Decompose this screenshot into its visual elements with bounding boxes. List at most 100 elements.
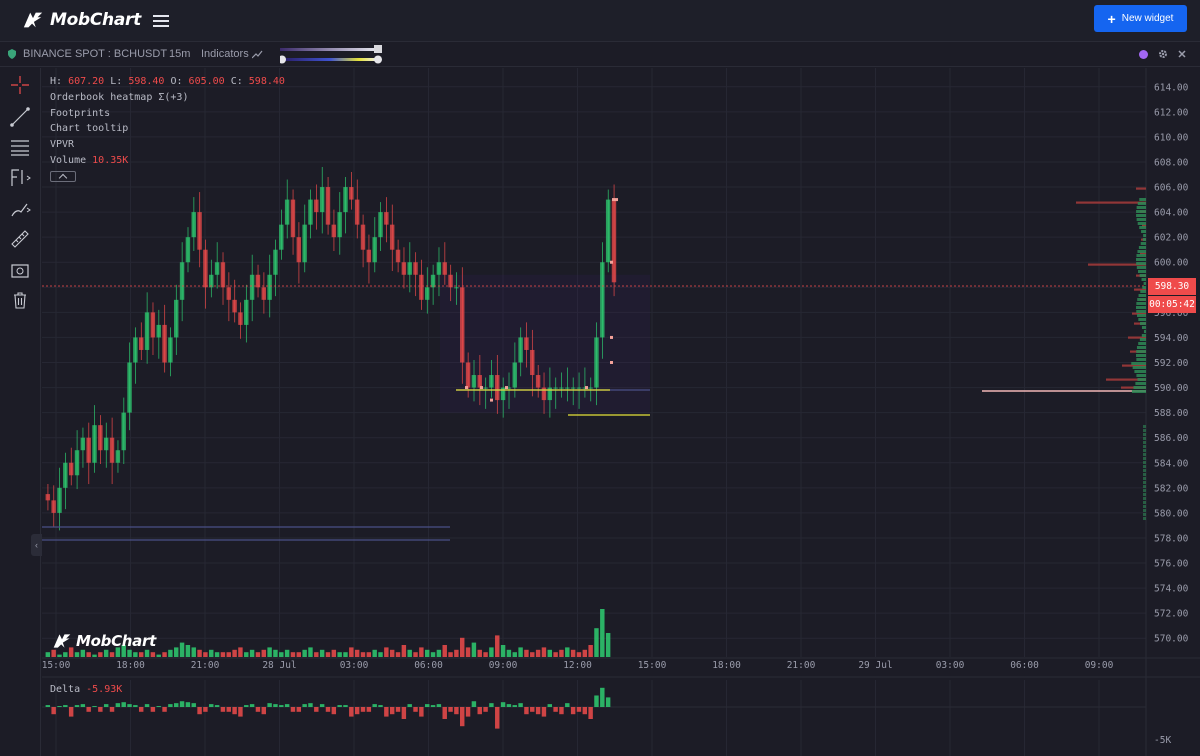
delta-bar [489,703,494,707]
vpvr-bar-buy [1141,326,1146,329]
volume-bar [389,649,395,657]
delta-bar [68,707,74,717]
orderbook-heatmap-zone [440,274,650,413]
candle-body [477,375,482,388]
candle-body [261,287,266,300]
heatmap-range-slider[interactable] [280,44,384,66]
app-logo[interactable]: MobChart [22,9,141,31]
delta-bar [605,697,611,707]
candle-body [395,249,401,263]
legend-item-footprints[interactable]: Footprints [50,106,285,122]
candle-body [220,262,226,288]
volume-bar [547,649,552,657]
candle-body [255,274,261,288]
trash-icon[interactable] [9,289,31,311]
candle-body [600,262,605,338]
volume-value: 10.35K [92,154,129,166]
close-icon[interactable] [1178,50,1186,58]
vpvr-bar-sell [1134,322,1146,325]
legend-item-orderbook-heatmap[interactable]: Orderbook heatmap Σ(+3) [50,90,285,106]
volume-bar [302,649,307,657]
volume-bar [179,642,185,657]
candle-countdown-tag: 00:05:42 [1148,296,1196,313]
volume-bar [214,652,220,657]
vpvr-bar-buy [1136,206,1146,209]
candle-body [179,262,185,300]
delta-bar [337,705,342,707]
hamburger-menu-icon[interactable] [153,12,171,28]
ruler-icon[interactable] [9,228,31,250]
vpvr-bar-buy [1132,366,1146,369]
candle-body [565,387,570,389]
symbol-selector[interactable]: BINANCE SPOT : BCHUSDT [8,48,167,60]
y-tick-label: 612.00 [1154,107,1189,118]
delta-bar [144,704,150,707]
plus-icon: + [1107,10,1116,27]
candle-body [454,287,459,289]
delta-bar [86,707,91,712]
vpvr-bar-buy [1137,202,1146,205]
volume-bar [319,649,325,657]
candle-body [284,199,290,225]
candle-body [290,199,296,238]
fork-tool-icon[interactable] [9,166,31,188]
volume-bar [436,649,442,657]
delta-bar [582,707,588,715]
delta-bar [57,706,62,707]
legend-collapse-button[interactable] [50,170,76,182]
brush-icon[interactable] [9,198,31,220]
y-tick-label: 572.00 [1154,609,1189,620]
candle-body [121,412,126,451]
candle-body [512,362,517,388]
trend-line-tool-icon[interactable] [9,106,31,128]
candle-body [430,274,436,288]
volume-bar [419,647,424,657]
volume-bar [489,647,494,657]
candle-body [319,187,325,213]
volume-bar [454,649,459,657]
volume-bar [156,654,161,657]
x-tick-label: 09:00 [489,660,518,671]
vpvr-bar-buy [1143,449,1146,452]
vpvr-bar-buy [1142,238,1146,241]
candle-body [191,212,196,238]
status-dot-icon[interactable] [1139,49,1148,59]
candle-body [576,387,582,389]
volume-bar [483,652,488,657]
timeframe-selector[interactable]: 15m [169,48,190,60]
horizontal-lines-icon[interactable] [9,136,31,158]
volume-bar [162,652,167,657]
candle-body [588,387,593,389]
delta-bar [80,704,86,707]
toolbar-collapse-button[interactable]: ‹ [31,534,42,556]
vpvr-bar-buy [1139,226,1146,229]
delta-bar [436,704,442,707]
candle-body [436,262,442,275]
camera-icon[interactable] [9,259,31,281]
legend-item-vpvr[interactable]: VPVR [50,137,285,153]
new-widget-button[interactable]: + New widget [1094,5,1187,32]
legend-item-volume[interactable]: Volume 10.35K [50,153,285,169]
delta-bar [302,704,307,707]
volume-bar [57,654,62,657]
candle-body [197,212,202,250]
y-tick-label: 600.00 [1154,258,1189,269]
delta-label: Delta [50,684,81,695]
candle-body [541,387,547,401]
candle-body [150,312,156,338]
indicators-button[interactable]: Indicators [201,48,263,60]
volume-bar [226,652,231,657]
candle-body [103,437,109,451]
gear-icon[interactable] [1158,49,1168,59]
x-tick-label: 21:00 [191,660,220,671]
x-tick-label: 18:00 [116,660,145,671]
x-tick-label: 03:00 [936,660,965,671]
delta-bar [588,707,593,719]
delta-bar [203,707,208,712]
legend-item-chart-tooltip[interactable]: Chart tooltip [50,121,285,137]
candle-body [308,199,313,225]
crosshair-icon[interactable] [9,74,31,96]
new-widget-label: New widget [1121,13,1174,24]
app-name: MobChart [50,10,141,30]
trend-line-icon [251,50,263,58]
